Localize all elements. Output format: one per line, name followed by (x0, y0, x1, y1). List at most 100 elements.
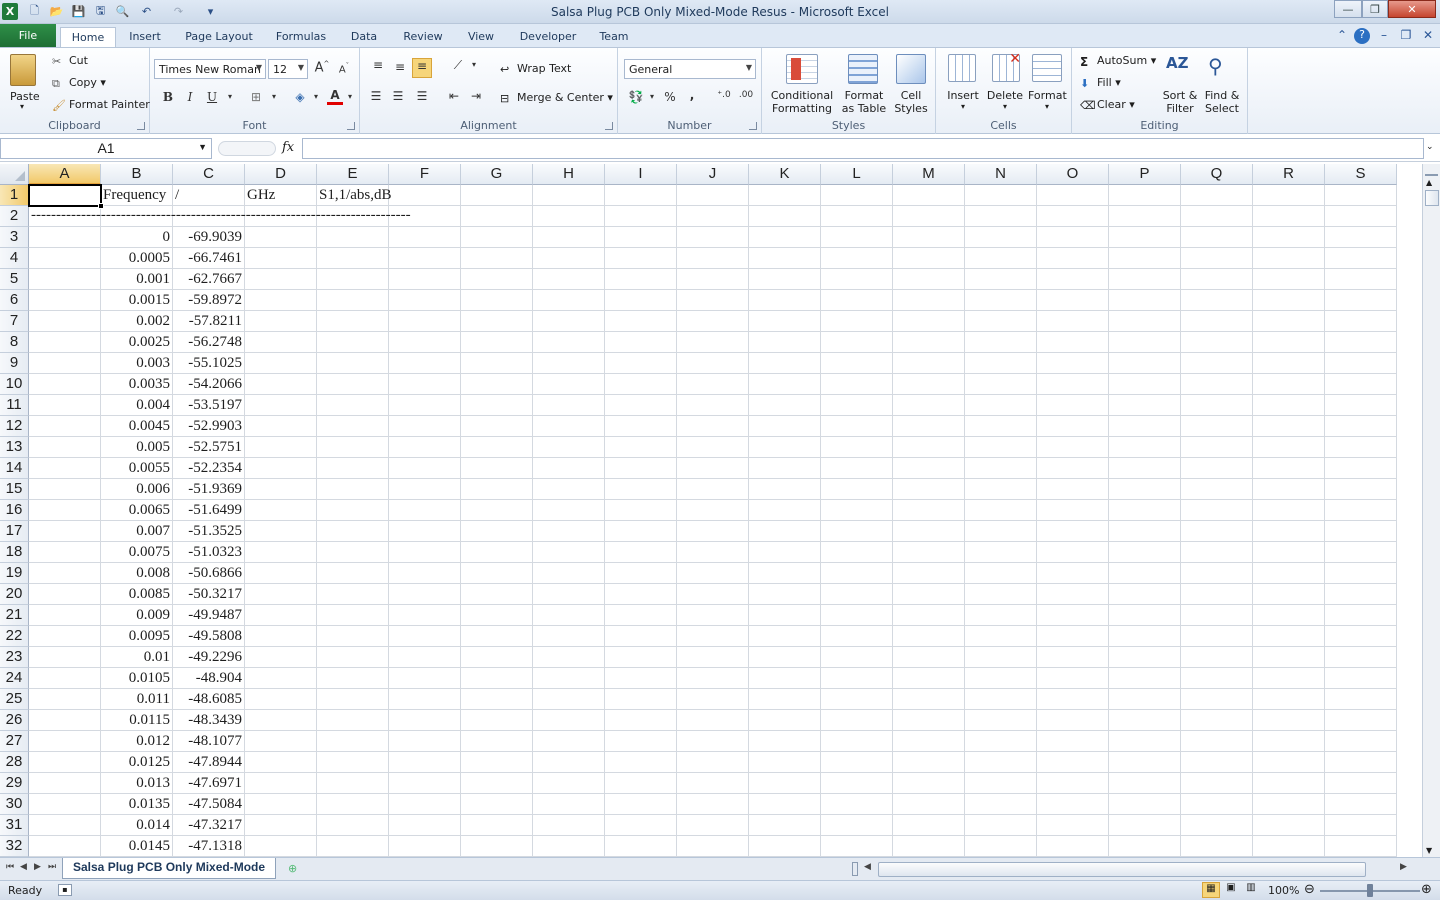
cell-h20[interactable] (533, 584, 605, 605)
cell-p12[interactable] (1109, 416, 1181, 437)
tab-review[interactable]: Review (396, 27, 450, 47)
sort-filter-button[interactable]: Sort & Filter (1160, 89, 1200, 115)
cell-i14[interactable] (605, 458, 677, 479)
cell-a29[interactable] (29, 773, 101, 794)
cell-d11[interactable] (245, 395, 317, 416)
cell-s27[interactable] (1325, 731, 1397, 752)
cell-m26[interactable] (893, 710, 965, 731)
cell-n22[interactable] (965, 626, 1037, 647)
cell-k27[interactable] (749, 731, 821, 752)
cell-m21[interactable] (893, 605, 965, 626)
cell-k5[interactable] (749, 269, 821, 290)
cell-m2[interactable] (893, 206, 965, 227)
cell-e25[interactable] (317, 689, 389, 710)
cell-h11[interactable] (533, 395, 605, 416)
cell-s16[interactable] (1325, 500, 1397, 521)
row-header-8[interactable]: 8 (0, 332, 29, 353)
cell-e26[interactable] (317, 710, 389, 731)
cell-e5[interactable] (317, 269, 389, 290)
cell-b16[interactable]: 0.0065 (101, 500, 173, 521)
horizontal-scroll-thumb[interactable] (878, 862, 1366, 877)
decrease-decimal-icon[interactable]: .00 (736, 90, 756, 100)
cell-d28[interactable] (245, 752, 317, 773)
cell-j12[interactable] (677, 416, 749, 437)
tab-view[interactable]: View (460, 27, 502, 47)
cell-f4[interactable] (389, 248, 461, 269)
cell-i21[interactable] (605, 605, 677, 626)
cell-s4[interactable] (1325, 248, 1397, 269)
cell-f25[interactable] (389, 689, 461, 710)
cell-r12[interactable] (1253, 416, 1325, 437)
cell-c6[interactable]: -59.8972 (173, 290, 245, 311)
cell-k12[interactable] (749, 416, 821, 437)
cell-g18[interactable] (461, 542, 533, 563)
cell-f24[interactable] (389, 668, 461, 689)
cell-j13[interactable] (677, 437, 749, 458)
cell-l5[interactable] (821, 269, 893, 290)
row-header-10[interactable]: 10 (0, 374, 29, 395)
cell-s25[interactable] (1325, 689, 1397, 710)
cell-d3[interactable] (245, 227, 317, 248)
cell-k21[interactable] (749, 605, 821, 626)
cell-l7[interactable] (821, 311, 893, 332)
cell-r4[interactable] (1253, 248, 1325, 269)
formula-bar-resize-handle[interactable] (218, 141, 276, 156)
cell-r11[interactable] (1253, 395, 1325, 416)
cell-p17[interactable] (1109, 521, 1181, 542)
cell-j16[interactable] (677, 500, 749, 521)
cell-i13[interactable] (605, 437, 677, 458)
cell-r27[interactable] (1253, 731, 1325, 752)
cell-g22[interactable] (461, 626, 533, 647)
cell-m12[interactable] (893, 416, 965, 437)
column-header-c[interactable]: C (173, 164, 245, 185)
cell-f3[interactable] (389, 227, 461, 248)
column-header-b[interactable]: B (101, 164, 173, 185)
cell-r28[interactable] (1253, 752, 1325, 773)
cell-n17[interactable] (965, 521, 1037, 542)
cell-i3[interactable] (605, 227, 677, 248)
page-break-view-icon[interactable]: ▥ (1242, 882, 1260, 898)
cell-b7[interactable]: 0.002 (101, 311, 173, 332)
cell-c1[interactable]: / (173, 185, 245, 206)
cell-p22[interactable] (1109, 626, 1181, 647)
cell-s13[interactable] (1325, 437, 1397, 458)
copy-button[interactable]: ⧉ Copy ▾ (52, 76, 106, 90)
cell-b9[interactable]: 0.003 (101, 353, 173, 374)
cell-r32[interactable] (1253, 836, 1325, 857)
cell-k28[interactable] (749, 752, 821, 773)
cell-o2[interactable] (1037, 206, 1109, 227)
column-header-s[interactable]: S (1325, 164, 1397, 185)
paste-button[interactable]: Paste (10, 90, 40, 103)
cell-q30[interactable] (1181, 794, 1253, 815)
cell-h4[interactable] (533, 248, 605, 269)
cell-a8[interactable] (29, 332, 101, 353)
cell-e12[interactable] (317, 416, 389, 437)
cell-d17[interactable] (245, 521, 317, 542)
cell-g26[interactable] (461, 710, 533, 731)
cell-j24[interactable] (677, 668, 749, 689)
cell-k7[interactable] (749, 311, 821, 332)
cell-a28[interactable] (29, 752, 101, 773)
cell-b26[interactable]: 0.0115 (101, 710, 173, 731)
cell-s5[interactable] (1325, 269, 1397, 290)
cell-d20[interactable] (245, 584, 317, 605)
font-size-combo[interactable]: 12 ▼ (268, 59, 308, 79)
row-header-11[interactable]: 11 (0, 395, 29, 416)
cell-l27[interactable] (821, 731, 893, 752)
cell-d23[interactable] (245, 647, 317, 668)
cell-j7[interactable] (677, 311, 749, 332)
tab-split-handle[interactable] (852, 862, 858, 876)
cell-c15[interactable]: -51.9369 (173, 479, 245, 500)
row-header-30[interactable]: 30 (0, 794, 29, 815)
tab-developer[interactable]: Developer (512, 27, 584, 47)
column-header-j[interactable]: J (677, 164, 749, 185)
cell-s20[interactable] (1325, 584, 1397, 605)
cell-m19[interactable] (893, 563, 965, 584)
cell-r15[interactable] (1253, 479, 1325, 500)
cell-q27[interactable] (1181, 731, 1253, 752)
cell-m9[interactable] (893, 353, 965, 374)
workbook-restore-icon[interactable]: ❐ (1398, 28, 1414, 42)
cell-e4[interactable] (317, 248, 389, 269)
zoom-in-icon[interactable]: ⊕ (1421, 882, 1432, 897)
cell-q2[interactable] (1181, 206, 1253, 227)
